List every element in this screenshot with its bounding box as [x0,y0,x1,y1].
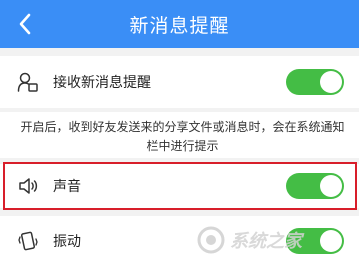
person-notification-icon [17,71,39,93]
setting-row-vibrate: 振动 [0,216,359,266]
setting-row-receive: 接收新消息提醒 [0,56,359,108]
setting-row-sound: 声音 [0,164,359,208]
page-title: 新消息提醒 [129,14,230,37]
phone-vibrate-icon [17,230,39,252]
speaker-icon [17,175,39,197]
receive-notification-toggle[interactable] [286,69,344,95]
toggle-knob [320,71,342,93]
vibrate-label: 振动 [53,234,81,250]
notification-description: 开启后，收到好友发送来的分享文件或消息时，会在系统通知栏中进行提示 [0,112,359,162]
header-bar: 新消息提醒 [0,0,359,48]
receive-notification-label: 接收新消息提醒 [53,75,151,91]
sound-label: 声音 [53,179,81,195]
toggle-knob [320,175,342,197]
chevron-left-icon [19,13,31,35]
back-button[interactable] [10,8,40,40]
sound-toggle[interactable] [286,173,344,199]
vibrate-toggle[interactable] [286,228,344,254]
toggle-knob [320,230,342,252]
